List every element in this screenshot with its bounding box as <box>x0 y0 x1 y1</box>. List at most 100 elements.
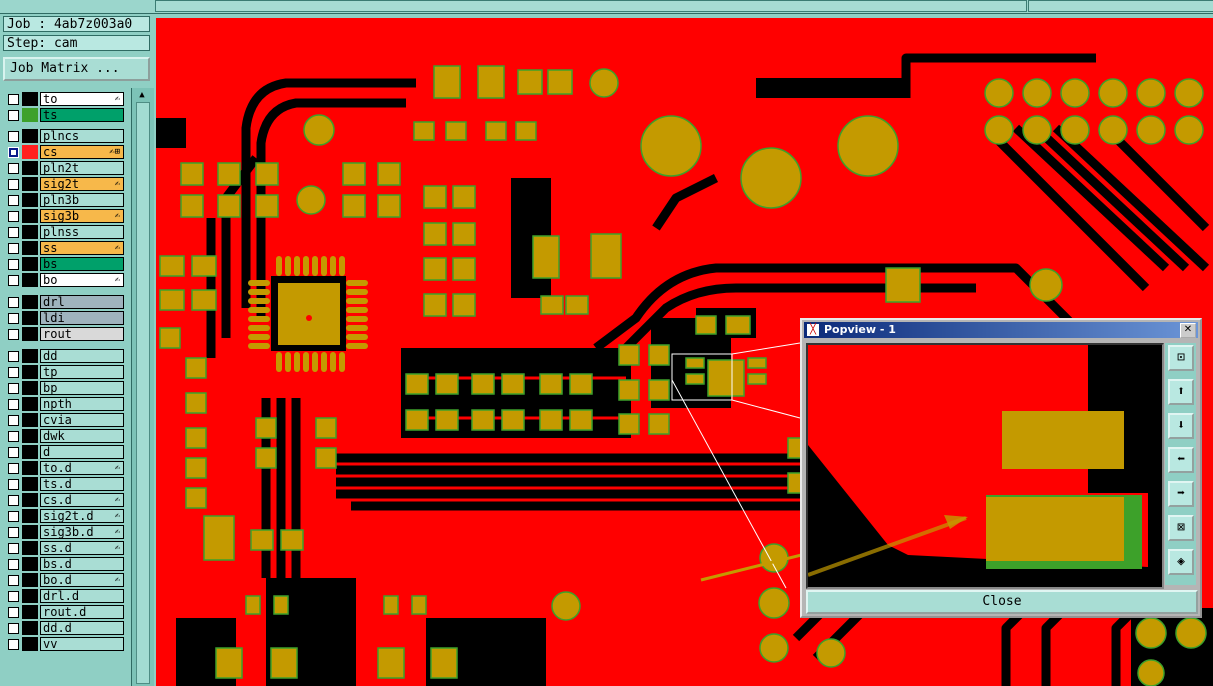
layer-name[interactable]: tp <box>40 365 124 379</box>
layer-row-dd[interactable]: dd <box>4 349 126 364</box>
pan-up-icon[interactable]: ⬆ <box>1168 379 1194 405</box>
job-matrix-button[interactable]: Job Matrix ... <box>3 57 150 81</box>
layer-row-ts[interactable]: ts <box>4 108 126 123</box>
layer-color-swatch[interactable] <box>22 461 38 475</box>
layer-row-rout-d[interactable]: rout.d <box>4 605 126 620</box>
layer-color-swatch[interactable] <box>22 295 38 309</box>
layer-checkbox[interactable] <box>8 575 19 586</box>
layer-name[interactable]: d <box>40 445 124 459</box>
layer-row-dd-d[interactable]: dd.d <box>4 621 126 636</box>
layer-row-d[interactable]: d <box>4 445 126 460</box>
layer-checkbox[interactable] <box>8 639 19 650</box>
layer-checkbox[interactable] <box>8 163 19 174</box>
layer-checkbox[interactable] <box>8 227 19 238</box>
layer-color-swatch[interactable] <box>22 177 38 191</box>
layer-row-sig3b-d[interactable]: sig3b.d ✍ <box>4 525 126 540</box>
layer-color-swatch[interactable] <box>22 349 38 363</box>
layer-checkbox[interactable] <box>8 431 19 442</box>
pan-down-icon[interactable]: ⬇ <box>1168 413 1194 439</box>
layer-row-cs-d[interactable]: cs.d ✍ <box>4 493 126 508</box>
layer-checkbox[interactable] <box>8 399 19 410</box>
layer-color-swatch[interactable] <box>22 477 38 491</box>
layer-checkbox[interactable] <box>8 275 19 286</box>
layer-color-swatch[interactable] <box>22 129 38 143</box>
layer-name[interactable]: cs ✍⊞ <box>40 145 124 159</box>
layer-checkbox[interactable] <box>8 543 19 554</box>
layer-row-cvia[interactable]: cvia <box>4 413 126 428</box>
layer-scrollbar[interactable]: ▲ <box>131 88 154 686</box>
layer-checkbox[interactable] <box>8 259 19 270</box>
layer-name[interactable]: sig3b ✍ <box>40 209 124 223</box>
layer-name[interactable]: dwk <box>40 429 124 443</box>
layer-row-to-d[interactable]: to.d ✍ <box>4 461 126 476</box>
layer-color-swatch[interactable] <box>22 541 38 555</box>
layer-color-swatch[interactable] <box>22 557 38 571</box>
layer-color-swatch[interactable] <box>22 273 38 287</box>
layer-name[interactable]: vv <box>40 637 124 651</box>
layer-name[interactable]: bp <box>40 381 124 395</box>
layer-name[interactable]: ss ✍ <box>40 241 124 255</box>
layer-color-swatch[interactable] <box>22 161 38 175</box>
layer-row-sig2t[interactable]: sig2t ✍ <box>4 177 126 192</box>
layer-color-swatch[interactable] <box>22 525 38 539</box>
pan-right-icon[interactable]: ➡ <box>1168 481 1194 507</box>
layer-name[interactable]: cvia <box>40 413 124 427</box>
close-button[interactable]: Close <box>806 590 1198 614</box>
layer-color-swatch[interactable] <box>22 493 38 507</box>
layer-name[interactable]: bs.d <box>40 557 124 571</box>
layer-row-pln2t[interactable]: pln2t <box>4 161 126 176</box>
layer-name[interactable]: drl <box>40 295 124 309</box>
layer-name[interactable]: bs <box>40 257 124 271</box>
layer-row-ss[interactable]: ss ✍ <box>4 241 126 256</box>
layer-checkbox[interactable] <box>8 351 19 362</box>
layer-name[interactable]: ss.d ✍ <box>40 541 124 555</box>
layer-name[interactable]: npth <box>40 397 124 411</box>
layer-checkbox[interactable] <box>8 383 19 394</box>
layer-row-sig2t-d[interactable]: sig2t.d ✍ <box>4 509 126 524</box>
popview-canvas[interactable] <box>806 343 1164 589</box>
layer-color-swatch[interactable] <box>22 225 38 239</box>
layer-name[interactable]: bo.d ✍ <box>40 573 124 587</box>
layer-name[interactable]: drl.d <box>40 589 124 603</box>
layer-name[interactable]: to.d ✍ <box>40 461 124 475</box>
scroll-thumb[interactable] <box>136 102 150 684</box>
layer-color-swatch[interactable] <box>22 509 38 523</box>
layer-row-npth[interactable]: npth <box>4 397 126 412</box>
layer-color-swatch[interactable] <box>22 397 38 411</box>
layer-color-swatch[interactable] <box>22 209 38 223</box>
layer-row-drl-d[interactable]: drl.d <box>4 589 126 604</box>
layer-name[interactable]: plnss <box>40 225 124 239</box>
layer-name[interactable]: ldi <box>40 311 124 325</box>
layer-row-bo[interactable]: bo ✍ <box>4 273 126 288</box>
layer-name[interactable]: plncs <box>40 129 124 143</box>
layer-checkbox[interactable] <box>8 147 19 158</box>
layer-color-swatch[interactable] <box>22 621 38 635</box>
layer-row-ss-d[interactable]: ss.d ✍ <box>4 541 126 556</box>
layer-checkbox[interactable] <box>8 367 19 378</box>
layer-color-swatch[interactable] <box>22 445 38 459</box>
layer-color-swatch[interactable] <box>22 413 38 427</box>
layer-color-swatch[interactable] <box>22 589 38 603</box>
layer-color-swatch[interactable] <box>22 193 38 207</box>
layer-name[interactable]: pln2t <box>40 161 124 175</box>
layer-color-swatch[interactable] <box>22 257 38 271</box>
layer-row-ts-d[interactable]: ts.d <box>4 477 126 492</box>
layer-color-swatch[interactable] <box>22 637 38 651</box>
layer-color-swatch[interactable] <box>22 241 38 255</box>
layer-row-tp[interactable]: tp <box>4 365 126 380</box>
layer-checkbox[interactable] <box>8 131 19 142</box>
layer-color-swatch[interactable] <box>22 381 38 395</box>
layer-checkbox[interactable] <box>8 110 19 121</box>
layer-row-rout[interactable]: rout <box>4 327 126 342</box>
layer-color-swatch[interactable] <box>22 108 38 122</box>
layer-checkbox[interactable] <box>8 195 19 206</box>
layer-checkbox[interactable] <box>8 94 19 105</box>
layer-color-swatch[interactable] <box>22 605 38 619</box>
layer-color-swatch[interactable] <box>22 365 38 379</box>
layer-color-swatch[interactable] <box>22 573 38 587</box>
layer-checkbox[interactable] <box>8 179 19 190</box>
layer-row-plnss[interactable]: plnss <box>4 225 126 240</box>
layer-checkbox[interactable] <box>8 447 19 458</box>
layer-color-swatch[interactable] <box>22 327 38 341</box>
layer-name[interactable]: cs.d ✍ <box>40 493 124 507</box>
